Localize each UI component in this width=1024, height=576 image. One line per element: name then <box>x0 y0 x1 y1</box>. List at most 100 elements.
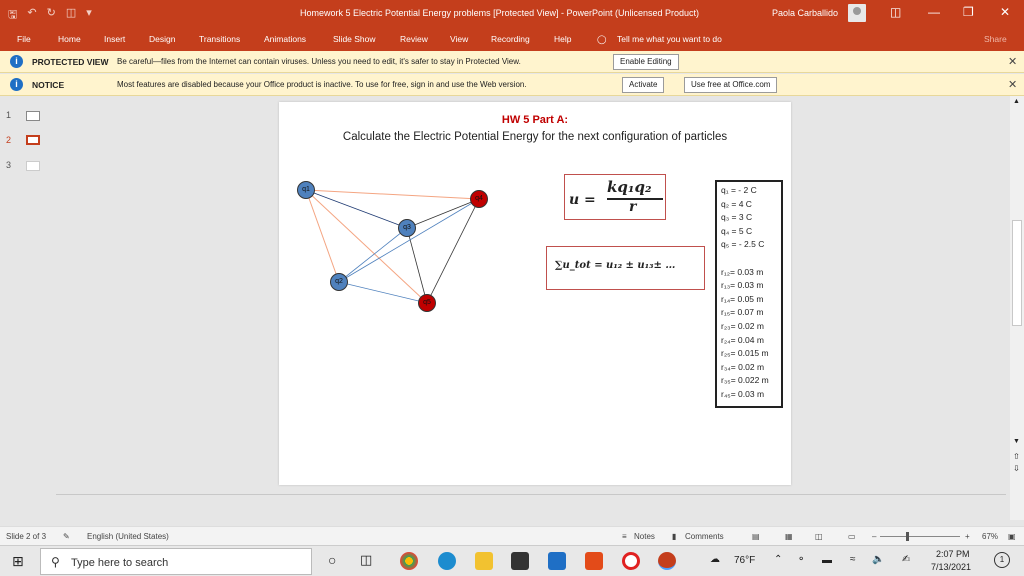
tab-slide-show[interactable]: Slide Show <box>333 34 376 44</box>
redo-icon[interactable]: ↻ <box>47 6 56 25</box>
powerpoint-taskbar-icon[interactable] <box>658 552 676 570</box>
notification-badge[interactable]: 1 <box>994 552 1010 568</box>
minimize-icon[interactable]: — <box>928 5 940 19</box>
thumbnail-number: 3 <box>6 160 12 170</box>
task-view-icon[interactable]: ◫ <box>360 552 372 568</box>
search-placeholder: Type here to search <box>71 557 169 569</box>
tab-animations[interactable]: Animations <box>264 34 306 44</box>
tab-view[interactable]: View <box>450 34 468 44</box>
notes-divider[interactable] <box>56 494 1006 495</box>
slide-canvas[interactable]: HW 5 Part A: Calculate the Electric Pote… <box>279 102 791 485</box>
thumbnail-slide-2[interactable] <box>26 135 40 145</box>
close-icon[interactable]: ✕ <box>1000 5 1010 19</box>
quick-access-toolbar: 🖫 ↶ ↻ ◫ ▾ <box>8 6 92 25</box>
volume-icon[interactable]: 🔈 <box>872 554 884 565</box>
powerpoint-window: 🖫 ↶ ↻ ◫ ▾ Homework 5 Electric Potential … <box>0 0 1024 576</box>
slide-sorter-icon[interactable]: ▦ <box>785 532 793 541</box>
normal-view-icon[interactable]: ▤ <box>752 532 760 541</box>
pen-icon[interactable]: ✍ <box>902 554 910 565</box>
taskbar-search[interactable]: ⚲ Type here to search <box>40 548 312 575</box>
value-line <box>721 252 781 266</box>
slide-thumbnails-pane: 1 2 3 <box>0 96 55 520</box>
battery-icon[interactable]: ▬ <box>822 555 832 566</box>
close-notice-bar-icon[interactable]: ✕ <box>1008 78 1017 91</box>
value-line: r₂₅= 0.015 m <box>721 348 769 359</box>
particle-q3[interactable]: q3 <box>398 219 416 237</box>
formula-numerator: kq₁q₂ <box>607 178 652 196</box>
ribbon-display-icon[interactable]: ◫ <box>890 5 901 19</box>
potential-energy-formula[interactable]: u = kq₁q₂ r <box>564 174 666 220</box>
next-slide-icon[interactable]: ⇩ <box>1013 464 1020 473</box>
zoom-slider[interactable] <box>880 536 960 537</box>
comments-button[interactable]: Comments <box>685 532 724 541</box>
clock-time[interactable]: 2:07 PM <box>936 549 970 559</box>
total-energy-formula[interactable]: ∑u_tot = u₁₂ ± u₁₃± … <box>546 246 705 290</box>
value-line: r₃₅= 0.022 m <box>721 375 769 386</box>
particle-q1[interactable]: q1 <box>297 181 315 199</box>
avatar[interactable] <box>848 4 866 22</box>
thumbnail-slide-1[interactable] <box>26 111 40 121</box>
notes-button[interactable]: Notes <box>634 532 655 541</box>
tab-design[interactable]: Design <box>149 34 175 44</box>
title-bar: 🖫 ↶ ↻ ◫ ▾ Homework 5 Electric Potential … <box>0 0 1024 27</box>
mail-icon[interactable] <box>548 552 566 570</box>
given-values-box[interactable]: q₁ = - 2 C q₂ = 4 C q₃ = 3 C q₄ = 5 C q₅… <box>715 180 783 408</box>
office-icon[interactable] <box>585 552 603 570</box>
zoom-slider-thumb[interactable] <box>906 532 909 541</box>
cortana-icon[interactable]: ○ <box>328 552 336 568</box>
restore-icon[interactable]: ❐ <box>963 5 974 19</box>
slide-show-icon[interactable]: ▭ <box>848 532 856 541</box>
scroll-up-icon[interactable]: ▲ <box>1013 98 1020 105</box>
tab-file[interactable]: File <box>17 34 31 44</box>
language-indicator[interactable]: English (United States) <box>87 532 169 541</box>
share-button[interactable]: Share <box>984 34 1007 44</box>
clock-date[interactable]: 7/13/2021 <box>931 562 971 572</box>
customize-qat-icon[interactable]: ▾ <box>86 6 92 25</box>
scrollbar-thumb[interactable] <box>1012 220 1022 326</box>
particle-q2[interactable]: q2 <box>330 273 348 291</box>
reading-view-icon[interactable]: ◫ <box>815 532 823 541</box>
zoom-level[interactable]: 67% <box>982 532 998 541</box>
edge-icon[interactable] <box>438 552 456 570</box>
tray-chevron-icon[interactable]: ⌃ <box>774 554 782 565</box>
weather-temp[interactable]: 76°F <box>734 555 755 566</box>
tab-home[interactable]: Home <box>58 34 81 44</box>
wifi-icon[interactable]: ≈ <box>850 554 856 565</box>
activate-button[interactable]: Activate <box>622 77 665 93</box>
formula-sum: ∑u_tot = u₁₂ ± u₁₃± … <box>555 260 676 271</box>
window-title: Homework 5 Electric Potential Energy pro… <box>300 8 700 18</box>
previous-slide-icon[interactable]: ⇧ <box>1013 452 1020 461</box>
close-protected-bar-icon[interactable]: ✕ <box>1008 55 1017 68</box>
user-name[interactable]: Paola Carballido <box>772 8 838 18</box>
thumbnail-slide-3[interactable] <box>26 161 40 171</box>
tab-transitions[interactable]: Transitions <box>199 34 240 44</box>
chrome-icon[interactable] <box>400 552 418 570</box>
tell-me-search[interactable]: Tell me what you want to do <box>617 34 722 44</box>
info-icon: i <box>10 55 23 68</box>
scroll-down-icon[interactable]: ▼ <box>1013 438 1020 445</box>
particle-q5[interactable]: q5 <box>418 294 436 312</box>
undo-icon[interactable]: ↶ <box>27 6 36 25</box>
tab-recording[interactable]: Recording <box>491 34 530 44</box>
enable-editing-button[interactable]: Enable Editing <box>613 54 679 70</box>
zoom-in-icon[interactable]: + <box>965 532 970 541</box>
save-icon[interactable]: 🖫 <box>8 6 17 25</box>
store-icon[interactable] <box>511 552 529 570</box>
value-line: r₁₄= 0.05 m <box>721 293 764 304</box>
spelling-icon[interactable]: ✎ <box>63 532 70 541</box>
zoom-out-icon[interactable]: – <box>872 532 876 541</box>
comments-icon: ▮ <box>672 532 677 541</box>
use-free-button[interactable]: Use free at Office.com <box>684 77 778 93</box>
file-explorer-icon[interactable] <box>475 552 493 570</box>
value-line: q₁ = - 2 C <box>721 185 757 195</box>
particle-q4[interactable]: q4 <box>470 190 488 208</box>
fit-slide-icon[interactable]: ▣ <box>1008 532 1016 541</box>
opera-icon[interactable] <box>622 552 640 570</box>
presenter-icon[interactable]: ◫ <box>66 6 76 25</box>
tab-insert[interactable]: Insert <box>104 34 125 44</box>
value-line: q₄ = 5 C <box>721 225 753 236</box>
tab-help[interactable]: Help <box>554 34 571 44</box>
tab-review[interactable]: Review <box>400 34 428 44</box>
windows-start-icon[interactable]: ⊞ <box>12 553 24 570</box>
network-icon[interactable]: ⚬ <box>797 554 805 565</box>
